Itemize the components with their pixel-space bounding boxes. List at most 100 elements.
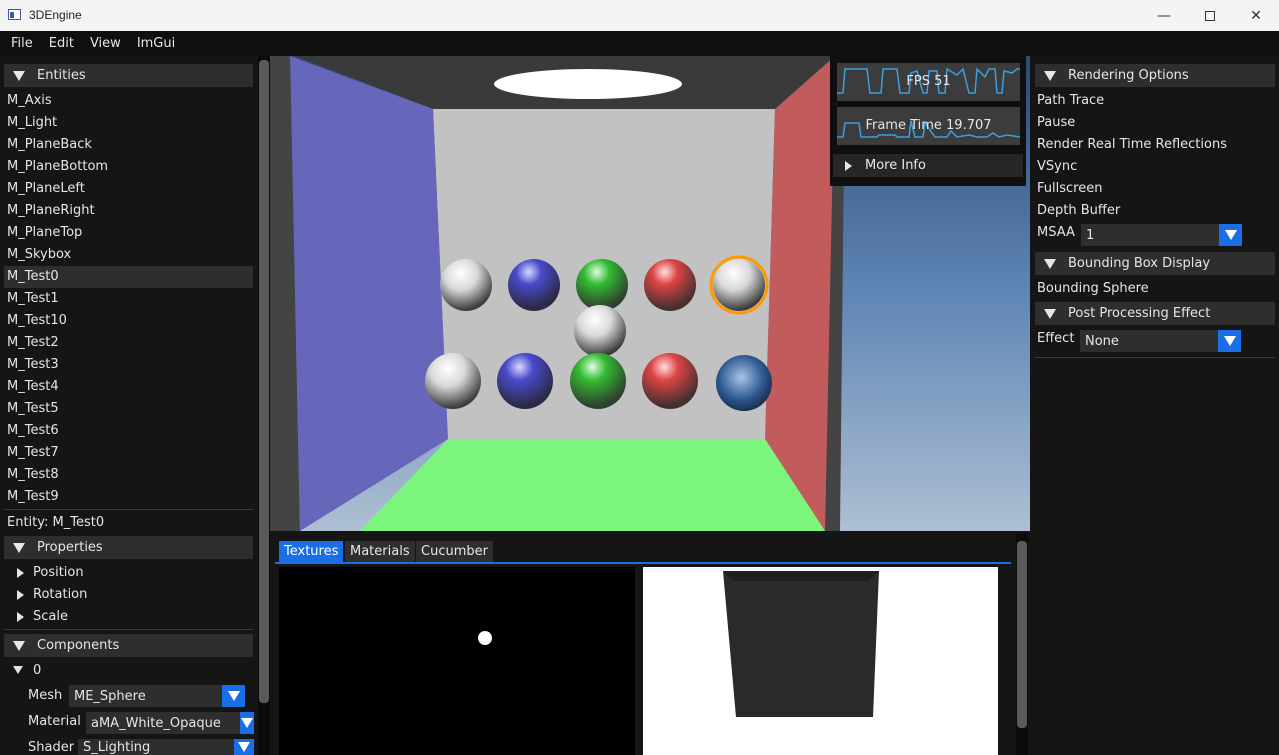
option-depth-buffer[interactable]: Depth Buffer [1037, 200, 1120, 222]
entity-item-m-test5[interactable]: M_Test5 [4, 398, 253, 420]
expand-arrow-icon [845, 160, 852, 171]
texture-preview-light[interactable] [279, 567, 635, 755]
properties-header[interactable]: Properties [4, 536, 253, 559]
collapse-arrow-icon [1044, 308, 1056, 319]
tab-materials[interactable]: Materials [345, 541, 415, 562]
collapse-arrow-icon [1044, 258, 1056, 269]
property-scale-label: Scale [33, 609, 68, 624]
stats-overlay: FPS 51 Frame Time 19.707 More Info [830, 56, 1026, 186]
entities-header-label: Entities [37, 68, 86, 83]
menu-edit[interactable]: Edit [41, 36, 82, 51]
collapse-arrow-icon [13, 640, 25, 651]
dropdown-arrow-icon [222, 685, 245, 707]
msaa-label: MSAA [1037, 225, 1075, 240]
collapse-arrow-icon [13, 666, 23, 674]
option-vsync[interactable]: VSync [1037, 156, 1077, 178]
window-titlebar: 3DEngine — ✕ [0, 0, 1279, 31]
entity-item-m-planeback[interactable]: M_PlaneBack [4, 134, 253, 156]
material-combo[interactable]: aMA_White_Opaque [86, 712, 254, 734]
menu-imgui[interactable]: ImGui [129, 36, 183, 51]
window-title: 3DEngine [29, 8, 82, 22]
right-panel: Rendering Options Path Trace Pause Rende… [1030, 56, 1279, 755]
option-real-time-reflections[interactable]: Render Real Time Reflections [1037, 134, 1227, 156]
entity-label: Entity: M_Test0 [7, 515, 105, 530]
minimize-icon: — [1157, 7, 1171, 24]
light-dot [478, 631, 492, 645]
dropdown-arrow-icon [1219, 224, 1242, 246]
entity-item-m-test10[interactable]: M_Test10 [4, 310, 253, 332]
maximize-icon [1205, 10, 1215, 21]
fps-label: FPS 51 [906, 74, 951, 89]
entity-item-m-test4[interactable]: M_Test4 [4, 376, 253, 398]
msaa-value: 1 [1086, 227, 1095, 243]
frame-time-graph: Frame Time 19.707 [837, 107, 1020, 145]
more-info-label: More Info [865, 158, 926, 173]
material-label: Material [28, 714, 81, 729]
post-processing-label: Post Processing Effect [1068, 306, 1211, 321]
entity-item-m-axis[interactable]: M_Axis [4, 90, 253, 112]
entity-item-m-planeleft[interactable]: M_PlaneLeft [4, 178, 253, 200]
divider [1035, 357, 1275, 358]
expand-arrow-icon [17, 568, 24, 578]
close-button[interactable]: ✕ [1233, 0, 1279, 31]
entity-item-m-test7[interactable]: M_Test7 [4, 442, 253, 464]
effect-combo[interactable]: None [1080, 330, 1241, 352]
component-0-node[interactable]: 0 [13, 660, 73, 682]
entity-item-m-planeright[interactable]: M_PlaneRight [4, 200, 253, 222]
component-index: 0 [33, 663, 42, 678]
left-panel: Entities M_Axis M_Light M_PlaneBack M_Pl… [0, 56, 270, 755]
entity-item-m-light[interactable]: M_Light [4, 112, 253, 134]
entity-item-m-test2[interactable]: M_Test2 [4, 332, 253, 354]
app-icon [8, 9, 21, 20]
maximize-button[interactable] [1187, 0, 1233, 31]
rendering-options-header[interactable]: Rendering Options [1035, 64, 1275, 87]
msaa-combo[interactable]: 1 [1081, 224, 1242, 246]
left-scrollbar[interactable] [258, 56, 270, 755]
menu-view[interactable]: View [82, 36, 129, 51]
entities-header[interactable]: Entities [4, 64, 253, 87]
entity-item-m-test8[interactable]: M_Test8 [4, 464, 253, 486]
more-info-header[interactable]: More Info [833, 154, 1023, 177]
bottom-scrollbar[interactable] [1016, 533, 1028, 755]
expand-arrow-icon [17, 590, 24, 600]
property-rotation-label: Rotation [33, 587, 88, 602]
option-fullscreen[interactable]: Fullscreen [1037, 178, 1102, 200]
entity-item-m-test1[interactable]: M_Test1 [4, 288, 253, 310]
bounding-box-header[interactable]: Bounding Box Display [1035, 252, 1275, 275]
expand-arrow-icon [17, 612, 24, 622]
entity-item-m-test6[interactable]: M_Test6 [4, 420, 253, 442]
tab-textures[interactable]: Textures [279, 541, 344, 562]
option-path-trace[interactable]: Path Trace [1037, 90, 1104, 112]
properties-header-label: Properties [37, 540, 103, 555]
option-bounding-sphere[interactable]: Bounding Sphere [1037, 278, 1149, 300]
entity-item-m-test0[interactable]: M_Test0 [4, 266, 253, 288]
entity-item-m-planetop[interactable]: M_PlaneTop [4, 222, 253, 244]
entity-item-m-skybox[interactable]: M_Skybox [4, 244, 253, 266]
scrollbar-thumb[interactable] [1017, 541, 1027, 728]
scrollbar-thumb[interactable] [259, 60, 269, 703]
entity-item-m-test9[interactable]: M_Test9 [4, 486, 253, 508]
components-header-label: Components [37, 638, 120, 653]
frame-time-label: Frame Time 19.707 [865, 118, 992, 133]
mesh-combo[interactable]: ME_Sphere [69, 685, 245, 707]
option-pause[interactable]: Pause [1037, 112, 1075, 134]
post-processing-header[interactable]: Post Processing Effect [1035, 302, 1275, 325]
dropdown-arrow-icon [240, 712, 254, 734]
dropdown-arrow-icon [1218, 330, 1241, 352]
shader-combo[interactable]: S_Lighting [78, 739, 254, 755]
effect-label: Effect [1037, 331, 1075, 346]
dropdown-arrow-icon [234, 739, 254, 755]
effect-value: None [1085, 333, 1119, 349]
property-position-label: Position [33, 565, 84, 580]
entity-item-m-planebottom[interactable]: M_PlaneBottom [4, 156, 253, 178]
menu-file[interactable]: File [3, 36, 41, 51]
entity-item-m-test3[interactable]: M_Test3 [4, 354, 253, 376]
collapse-arrow-icon [13, 70, 25, 81]
texture-preview-depth[interactable] [643, 567, 998, 755]
close-icon: ✕ [1250, 7, 1262, 24]
minimize-button[interactable]: — [1141, 0, 1187, 31]
material-value: aMA_White_Opaque [91, 715, 221, 731]
tab-cucumber[interactable]: Cucumber [416, 541, 493, 562]
collapse-arrow-icon [1044, 70, 1056, 81]
components-header[interactable]: Components [4, 634, 253, 657]
